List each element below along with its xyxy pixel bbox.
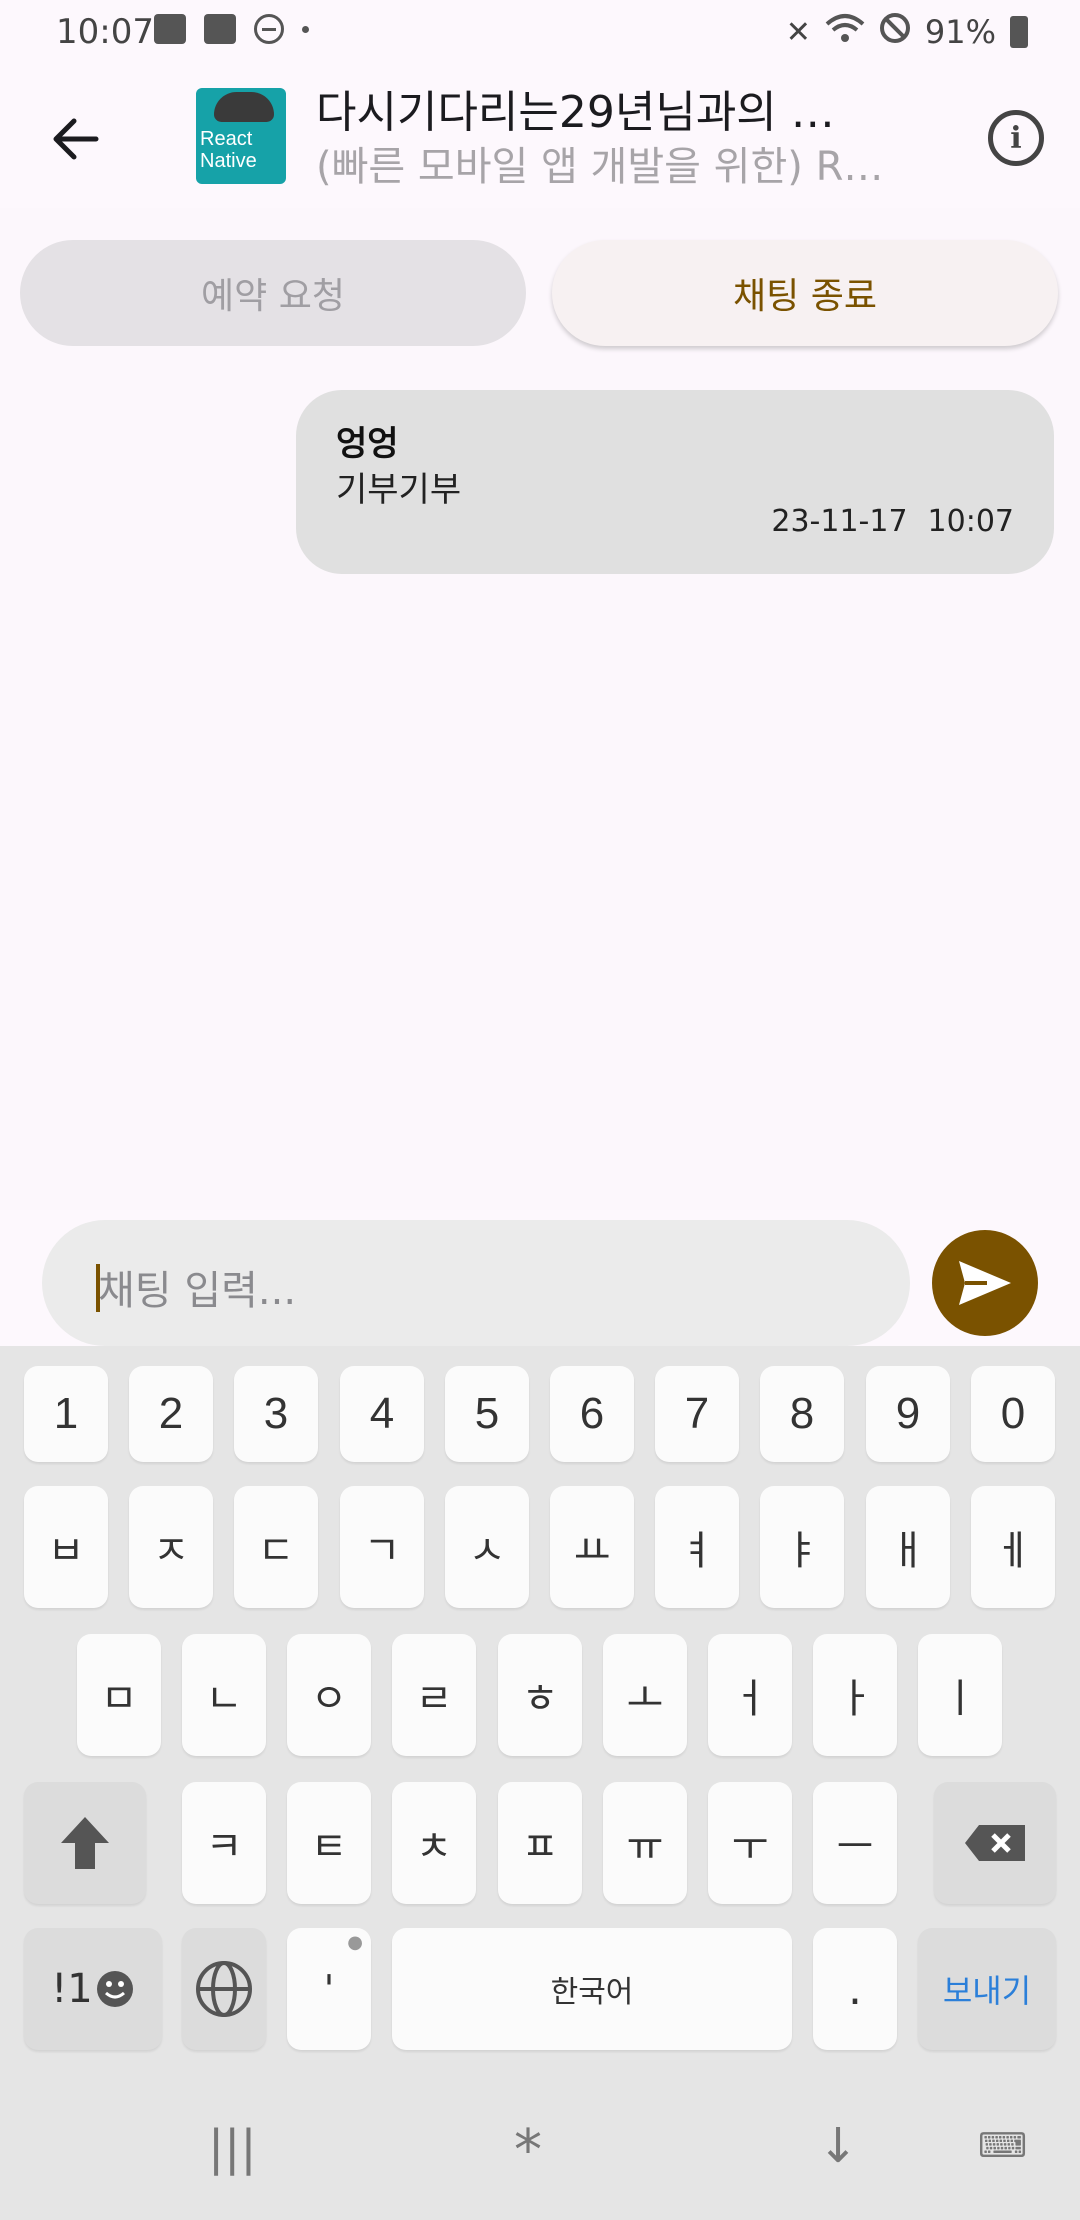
key-4[interactable]: 4 bbox=[340, 1366, 424, 1462]
space-key[interactable]: 한국어 bbox=[392, 1928, 792, 2050]
reserve-request-button[interactable]: 예약 요청 bbox=[20, 240, 526, 346]
shift-arrow-icon bbox=[61, 1817, 109, 1869]
message-sender: 엉엉 bbox=[336, 424, 399, 464]
gallery-icon bbox=[154, 14, 186, 44]
more-dot-icon bbox=[302, 25, 309, 33]
key-0[interactable]: 0 bbox=[971, 1366, 1055, 1462]
end-chat-button[interactable]: 채팅 종료 bbox=[552, 240, 1058, 346]
apostrophe-label: ' bbox=[323, 1967, 335, 2011]
keyboard-switch-icon[interactable]: ⌨ bbox=[978, 2126, 1027, 2166]
key-7[interactable]: 7 bbox=[655, 1366, 739, 1462]
thumb-text-line1: React bbox=[200, 128, 253, 150]
key-p[interactable]: ㅍ bbox=[498, 1782, 582, 1904]
send-icon bbox=[959, 1261, 1011, 1305]
language-key[interactable] bbox=[182, 1928, 266, 2050]
keyboard-send-key[interactable]: 보내기 bbox=[918, 1928, 1056, 2050]
status-time: 10:07 bbox=[56, 12, 154, 52]
wifi-icon bbox=[825, 12, 865, 52]
chat-message: 엉엉 기부기부 23-11-17 10:07 bbox=[296, 390, 1054, 574]
chat-room-subtitle: (빠른 모바일 앱 개발을 위한) R… bbox=[316, 144, 884, 190]
key-a[interactable]: ㅏ bbox=[813, 1634, 897, 1756]
shift-key[interactable] bbox=[24, 1782, 146, 1904]
message-text: 기부기부 bbox=[336, 470, 462, 510]
key-eo[interactable]: ㅓ bbox=[708, 1634, 792, 1756]
keyboard: 1 2 3 4 5 6 7 8 9 0 ㅂ ㅈ ㄷ ㄱ ㅅ ㅛ ㅕ ㅑ ㅐ ㅔ … bbox=[0, 1346, 1080, 2220]
input-row: 채팅 입력... bbox=[0, 1210, 1080, 1346]
message-timestamp: 23-11-17 10:07 bbox=[771, 504, 1014, 539]
dnd-icon bbox=[254, 14, 284, 44]
info-button[interactable]: i bbox=[988, 110, 1044, 166]
battery-percent: 91% bbox=[924, 13, 996, 51]
key-t[interactable]: ㅌ bbox=[287, 1782, 371, 1904]
text-cursor bbox=[96, 1264, 100, 1312]
book-thumbnail: React Native bbox=[196, 88, 286, 184]
home-icon[interactable]: * bbox=[514, 2118, 542, 2183]
key-u[interactable]: ㅜ bbox=[708, 1782, 792, 1904]
key-g[interactable]: ㄱ bbox=[340, 1486, 424, 1608]
key-ae[interactable]: ㅐ bbox=[866, 1486, 950, 1608]
symbols-label: !1 bbox=[51, 1966, 93, 2012]
status-left-icons bbox=[154, 14, 309, 44]
key-5[interactable]: 5 bbox=[445, 1366, 529, 1462]
chat-header: React Native 다시기다리는29년님과의 … (빠른 모바일 앱 개발… bbox=[0, 66, 1080, 208]
key-n[interactable]: ㄴ bbox=[182, 1634, 266, 1756]
back-button[interactable] bbox=[40, 104, 110, 174]
key-m[interactable]: ㅁ bbox=[77, 1634, 161, 1756]
key-yo[interactable]: ㅛ bbox=[550, 1486, 634, 1608]
mic-icon: ● bbox=[347, 1932, 363, 1953]
chat-room-title: 다시기다리는29년님과의 … bbox=[316, 87, 835, 138]
info-icon: i bbox=[1010, 120, 1022, 156]
key-ch[interactable]: ㅊ bbox=[392, 1782, 476, 1904]
symbols-key[interactable]: !1 bbox=[24, 1928, 162, 2050]
status-bar: 10:07 ✕ 91% bbox=[0, 0, 1080, 66]
emoji-icon bbox=[96, 1971, 133, 2007]
period-key[interactable]: . bbox=[813, 1928, 897, 2050]
key-i[interactable]: ㅣ bbox=[918, 1634, 1002, 1756]
key-2[interactable]: 2 bbox=[129, 1366, 213, 1462]
key-yu[interactable]: ㅠ bbox=[603, 1782, 687, 1904]
key-3[interactable]: 3 bbox=[234, 1366, 318, 1462]
book-icon bbox=[204, 14, 236, 44]
battery-icon bbox=[1010, 16, 1028, 48]
key-yeo[interactable]: ㅕ bbox=[655, 1486, 739, 1608]
key-o[interactable]: ㅗ bbox=[603, 1634, 687, 1756]
key-8[interactable]: 8 bbox=[760, 1366, 844, 1462]
key-ng[interactable]: ㅇ bbox=[287, 1634, 371, 1756]
key-d[interactable]: ㄷ bbox=[234, 1486, 318, 1608]
send-button[interactable] bbox=[932, 1230, 1038, 1336]
chat-input-placeholder: 채팅 입력... bbox=[98, 1268, 297, 1314]
message-date: 23-11-17 bbox=[771, 504, 908, 539]
key-r[interactable]: ㄹ bbox=[392, 1634, 476, 1756]
blocked-icon bbox=[879, 12, 911, 52]
key-e[interactable]: ㅔ bbox=[971, 1486, 1055, 1608]
key-s[interactable]: ㅅ bbox=[445, 1486, 529, 1608]
key-eu[interactable]: ㅡ bbox=[813, 1782, 897, 1904]
key-j[interactable]: ㅈ bbox=[129, 1486, 213, 1608]
key-1[interactable]: 1 bbox=[24, 1366, 108, 1462]
key-9[interactable]: 9 bbox=[866, 1366, 950, 1462]
cat-illustration bbox=[214, 92, 274, 122]
backspace-icon bbox=[965, 1825, 1025, 1861]
globe-icon bbox=[196, 1961, 252, 2017]
message-time: 10:07 bbox=[927, 504, 1014, 539]
arrow-left-icon bbox=[53, 118, 99, 160]
status-right-icons: ✕ 91% bbox=[786, 12, 1028, 52]
backspace-key[interactable] bbox=[934, 1782, 1056, 1904]
key-b[interactable]: ㅂ bbox=[24, 1486, 108, 1608]
key-6[interactable]: 6 bbox=[550, 1366, 634, 1462]
thumb-text-line2: Native bbox=[200, 150, 257, 172]
hide-keyboard-icon[interactable]: ↓ bbox=[818, 2118, 858, 2174]
key-k[interactable]: ㅋ bbox=[182, 1782, 266, 1904]
recent-apps-icon[interactable]: ||| bbox=[208, 2120, 257, 2176]
chat-input[interactable]: 채팅 입력... bbox=[42, 1220, 910, 1346]
navigation-bar: ||| * ↓ ⌨ bbox=[0, 2090, 1080, 2220]
key-h[interactable]: ㅎ bbox=[498, 1634, 582, 1756]
apostrophe-key[interactable]: ' ● bbox=[287, 1928, 371, 2050]
mute-icon: ✕ bbox=[785, 14, 811, 50]
key-ya[interactable]: ㅑ bbox=[760, 1486, 844, 1608]
